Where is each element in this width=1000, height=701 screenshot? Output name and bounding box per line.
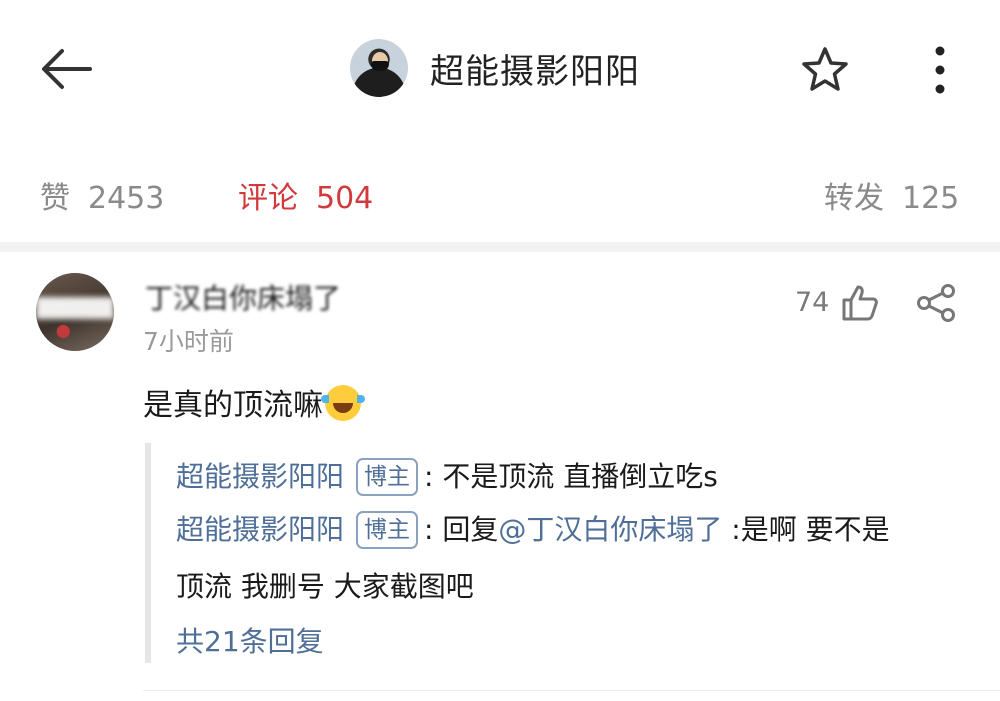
reply-item: 超能摄影阳阳 博主: 回复@丁汉白你床塌了 :是啊 要不是 <box>176 508 890 549</box>
more-options-button[interactable] <box>925 44 955 96</box>
reply-continuation: 顶流 我删号 大家截图吧 <box>176 570 474 603</box>
tab-reposts[interactable]: 转发 125 <box>824 173 959 217</box>
page-title: 超能摄影阳阳 <box>430 51 640 92</box>
comment-like-count: 74 <box>795 287 830 318</box>
more-vertical-icon <box>935 46 945 94</box>
divider <box>143 690 1000 691</box>
reply-author[interactable]: 超能摄影阳阳 <box>176 460 344 493</box>
likes-label: 赞 <box>40 181 70 216</box>
reposts-label: 转发 <box>824 181 884 216</box>
reposts-count: 125 <box>902 181 960 216</box>
reply-text: :是啊 要不是 <box>722 513 890 546</box>
profile-title[interactable]: 超能摄影阳阳 <box>350 38 640 98</box>
view-all-replies-link[interactable]: 共21条回复 <box>176 620 324 660</box>
reply-mention[interactable]: @丁汉白你床塌了 <box>498 513 722 546</box>
top-bar: 超能摄影阳阳 <box>0 0 1000 140</box>
arrow-left-icon <box>42 49 92 89</box>
commenter-username[interactable]: 丁汉白你床塌了 <box>145 277 341 317</box>
tab-likes[interactable]: 赞 2453 <box>40 173 164 217</box>
star-outline-icon <box>802 47 848 91</box>
favorite-button[interactable] <box>800 46 850 92</box>
commenter-avatar[interactable] <box>36 273 114 351</box>
comment-body: 是真的顶流嘛 <box>143 380 365 424</box>
post-stats-bar: 赞 2453 评论 504 转发 125 <box>0 140 1000 252</box>
thumbs-up-icon <box>842 285 878 321</box>
reply-item: 超能摄影阳阳 博主: 不是顶流 直播倒立吃s <box>176 455 718 496</box>
back-button[interactable] <box>38 45 98 93</box>
comments-label: 评论 <box>238 181 298 216</box>
author-badge: 博主 <box>356 458 419 496</box>
comment-like-button[interactable] <box>840 283 880 323</box>
tab-comments[interactable]: 评论 504 <box>238 173 373 217</box>
comment-text: 是真的顶流嘛 <box>143 388 323 423</box>
comment-share-button[interactable] <box>915 283 957 323</box>
author-badge: 博主 <box>356 511 419 549</box>
avatar[interactable] <box>350 39 408 97</box>
reply-preview-box[interactable]: 超能摄影阳阳 博主: 不是顶流 直播倒立吃s 超能摄影阳阳 博主: 回复@丁汉白你床… <box>145 443 970 663</box>
share-icon <box>917 284 955 322</box>
reply-author[interactable]: 超能摄影阳阳 <box>176 513 344 546</box>
comments-count: 504 <box>316 181 374 216</box>
likes-count: 2453 <box>88 181 165 216</box>
laughing-tears-emoji-icon <box>321 385 365 421</box>
reply-prefix: : 回复 <box>424 513 499 546</box>
reply-text: : 不是顶流 直播倒立吃s <box>424 460 718 493</box>
comment-timestamp: 7小时前 <box>143 327 234 356</box>
